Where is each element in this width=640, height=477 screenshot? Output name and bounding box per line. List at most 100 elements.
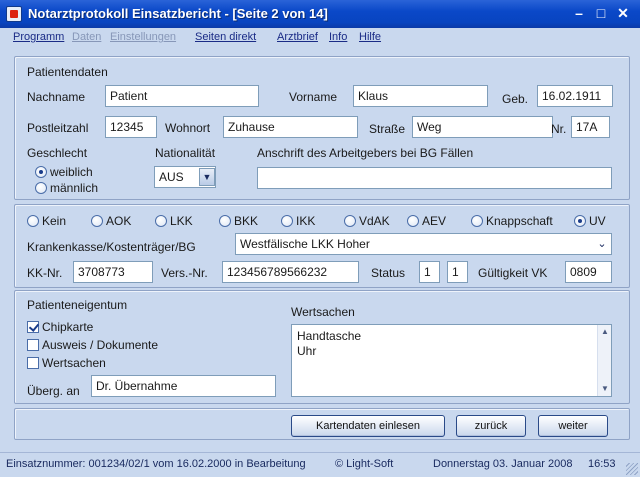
checkbox-chipkarte-label: Chipkarte xyxy=(42,320,94,334)
strasse-label: Straße xyxy=(369,122,406,136)
radio-bkk-indicator xyxy=(219,215,231,227)
menu-einstellungen[interactable]: Einstellungen xyxy=(110,31,176,43)
button-panel: Kartendaten einlesen zurück weiter xyxy=(14,408,630,440)
nationalitaet-value: AUS xyxy=(159,170,184,184)
resize-grip-icon[interactable] xyxy=(626,463,638,475)
kartendaten-einlesen-button[interactable]: Kartendaten einlesen xyxy=(291,415,445,437)
menu-bar: Programm Daten Einstellungen Seiten dire… xyxy=(0,28,640,48)
versnr-field[interactable]: 123456789566232 xyxy=(222,261,359,283)
radio-weiblich[interactable]: weiblich xyxy=(35,165,93,179)
nr-label: Nr. xyxy=(551,122,567,136)
checkbox-chipkarte-indicator xyxy=(27,321,39,333)
kasse-value: Westfälische LKK Hoher xyxy=(240,237,370,251)
wertsachen-textarea[interactable]: Handtasche Uhr ▲ ▼ xyxy=(291,324,612,397)
vorname-label: Vorname xyxy=(289,90,338,104)
radio-aok[interactable]: AOK xyxy=(91,214,131,228)
insurance-panel: Kein AOK LKK BKK IKK VdAK AEV Knappschaf… xyxy=(14,204,630,288)
window-title: Notarztprotokoll Einsatzbericht - [Seite… xyxy=(28,6,328,21)
radio-knappschaft-label: Knappschaft xyxy=(486,214,553,228)
radio-uv-indicator xyxy=(574,215,586,227)
uebergeben-label: Überg. an xyxy=(27,384,80,398)
maximize-button[interactable]: □ xyxy=(592,5,610,23)
nationalitaet-dropdown-icon[interactable]: ▼ xyxy=(199,168,215,186)
hausnummer-field[interactable]: 17A xyxy=(571,116,610,138)
menu-arztbrief[interactable]: Arztbrief xyxy=(277,31,318,43)
radio-vdak[interactable]: VdAK xyxy=(344,214,390,228)
patient-data-panel: Patientendaten Nachname Patient Vorname … xyxy=(14,56,630,200)
nationalitaet-label: Nationalität xyxy=(155,146,216,160)
radio-ikk-indicator xyxy=(281,215,293,227)
wertsachen-line: Handtasche xyxy=(297,329,362,343)
radio-aev[interactable]: AEV xyxy=(407,214,446,228)
status-label: Status xyxy=(371,266,406,280)
radio-lkk[interactable]: LKK xyxy=(155,214,193,228)
geb-label: Geb. xyxy=(502,92,529,106)
geburtsdatum-field[interactable]: 16.02.1911 xyxy=(537,85,613,107)
radio-vdak-label: VdAK xyxy=(359,214,390,228)
section-title-patientendaten: Patientendaten xyxy=(27,65,108,79)
checkbox-ausweis[interactable]: Ausweis / Dokumente xyxy=(27,338,158,352)
chevron-down-icon[interactable]: ⌄ xyxy=(595,236,609,252)
strasse-field[interactable]: Weg xyxy=(412,116,553,138)
property-panel: Patienteneigentum Chipkarte Ausweis / Do… xyxy=(14,290,630,404)
checkbox-chipkarte[interactable]: Chipkarte xyxy=(27,320,93,334)
checkbox-wertsachen-indicator xyxy=(27,357,39,369)
menu-info[interactable]: Info xyxy=(329,31,347,43)
scroll-up-icon[interactable]: ▲ xyxy=(598,325,612,339)
vorname-field[interactable]: Klaus xyxy=(353,85,488,107)
plz-label: Postleitzahl xyxy=(27,121,89,135)
time-status: 16:53 xyxy=(588,458,616,470)
radio-bkk[interactable]: BKK xyxy=(219,214,258,228)
radio-lkk-label: LKK xyxy=(170,214,193,228)
checkbox-wertsachen[interactable]: Wertsachen xyxy=(27,356,106,370)
nachname-label: Nachname xyxy=(27,90,86,104)
kasse-label: Krankenkasse/Kostenträger/BG xyxy=(27,240,196,254)
kknr-field[interactable]: 3708773 xyxy=(73,261,153,283)
section-title-patienteneigentum: Patienteneigentum xyxy=(27,298,128,312)
radio-aev-indicator xyxy=(407,215,419,227)
radio-aok-label: AOK xyxy=(106,214,132,228)
kknr-label: KK-Nr. xyxy=(27,266,63,280)
menu-daten[interactable]: Daten xyxy=(72,31,101,43)
radio-kein[interactable]: Kein xyxy=(27,214,66,228)
plz-field[interactable]: 12345 xyxy=(105,116,157,138)
radio-uv[interactable]: UV xyxy=(574,214,606,228)
geschlecht-label: Geschlecht xyxy=(27,146,88,160)
radio-ikk[interactable]: IKK xyxy=(281,214,315,228)
radio-maennlich-label: männlich xyxy=(50,181,99,195)
wertsachen-label: Wertsachen xyxy=(291,305,355,319)
radio-knappschaft[interactable]: Knappschaft xyxy=(471,214,553,228)
uebergeben-field[interactable]: Dr. Übernahme xyxy=(91,375,276,397)
kasse-select[interactable]: Westfälische LKK Hoher xyxy=(235,233,612,255)
wertsachen-scrollbar[interactable]: ▲ ▼ xyxy=(597,325,611,396)
copyright-status: © Light-Soft xyxy=(335,458,394,470)
status-field-2[interactable]: 1 xyxy=(447,261,468,283)
radio-lkk-indicator xyxy=(155,215,167,227)
zurueck-button[interactable]: zurück xyxy=(456,415,526,437)
gueltigkeit-label: Gültigkeit VK xyxy=(478,266,548,280)
radio-maennlich[interactable]: männlich xyxy=(35,181,98,195)
app-icon[interactable] xyxy=(6,6,22,22)
versnr-label: Vers.-Nr. xyxy=(161,266,208,280)
radio-aok-indicator xyxy=(91,215,103,227)
status-field-1[interactable]: 1 xyxy=(419,261,440,283)
close-button[interactable]: ✕ xyxy=(614,5,632,23)
wohnort-field[interactable]: Zuhause xyxy=(223,116,358,138)
weiter-button[interactable]: weiter xyxy=(538,415,608,437)
checkbox-ausweis-indicator xyxy=(27,339,39,351)
radio-uv-label: UV xyxy=(589,214,606,228)
einsatz-status: Einsatznummer: 001234/02/1 vom 16.02.200… xyxy=(6,458,306,470)
scroll-down-icon[interactable]: ▼ xyxy=(598,382,612,396)
gueltigkeit-field[interactable]: 0809 xyxy=(565,261,612,283)
menu-seiten-direkt[interactable]: Seiten direkt xyxy=(195,31,256,43)
radio-aev-label: AEV xyxy=(422,214,447,228)
radio-weiblich-indicator xyxy=(35,166,47,178)
menu-hilfe[interactable]: Hilfe xyxy=(359,31,381,43)
checkbox-ausweis-label: Ausweis / Dokumente xyxy=(42,338,159,352)
menu-programm[interactable]: Programm xyxy=(13,31,64,43)
arbeitgeber-field[interactable] xyxy=(257,167,612,189)
arbeitgeber-label: Anschrift des Arbeitgebers bei BG Fällen xyxy=(257,146,474,160)
nachname-field[interactable]: Patient xyxy=(105,85,259,107)
minimize-button[interactable]: – xyxy=(570,5,588,23)
radio-kein-label: Kein xyxy=(42,214,67,228)
